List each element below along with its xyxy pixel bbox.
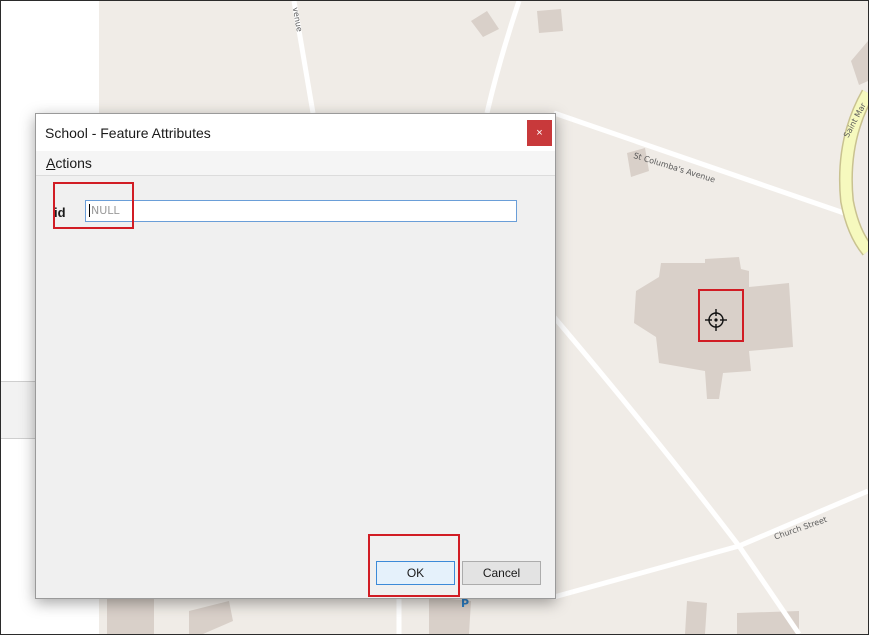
app-window: venue St Columba's Avenue Saint Mar Chur…	[0, 0, 869, 635]
menu-actions-mnemonic: A	[46, 155, 56, 171]
id-field-input[interactable]: NULL	[85, 200, 517, 222]
highlight-ok-button-box	[368, 534, 460, 597]
menu-actions-label: ctions	[55, 155, 92, 171]
dialog-title: School - Feature Attributes	[45, 125, 211, 141]
building	[537, 9, 563, 33]
dialog-titlebar[interactable]: School - Feature Attributes ×	[36, 114, 555, 151]
dialog-menubar: Actions	[36, 151, 555, 176]
cancel-button[interactable]: Cancel	[462, 561, 541, 585]
close-icon[interactable]: ×	[527, 120, 552, 146]
highlight-crosshair-box	[698, 289, 744, 342]
building	[685, 601, 707, 634]
menu-actions[interactable]: Actions	[46, 155, 92, 171]
highlight-id-field-box	[53, 182, 134, 229]
